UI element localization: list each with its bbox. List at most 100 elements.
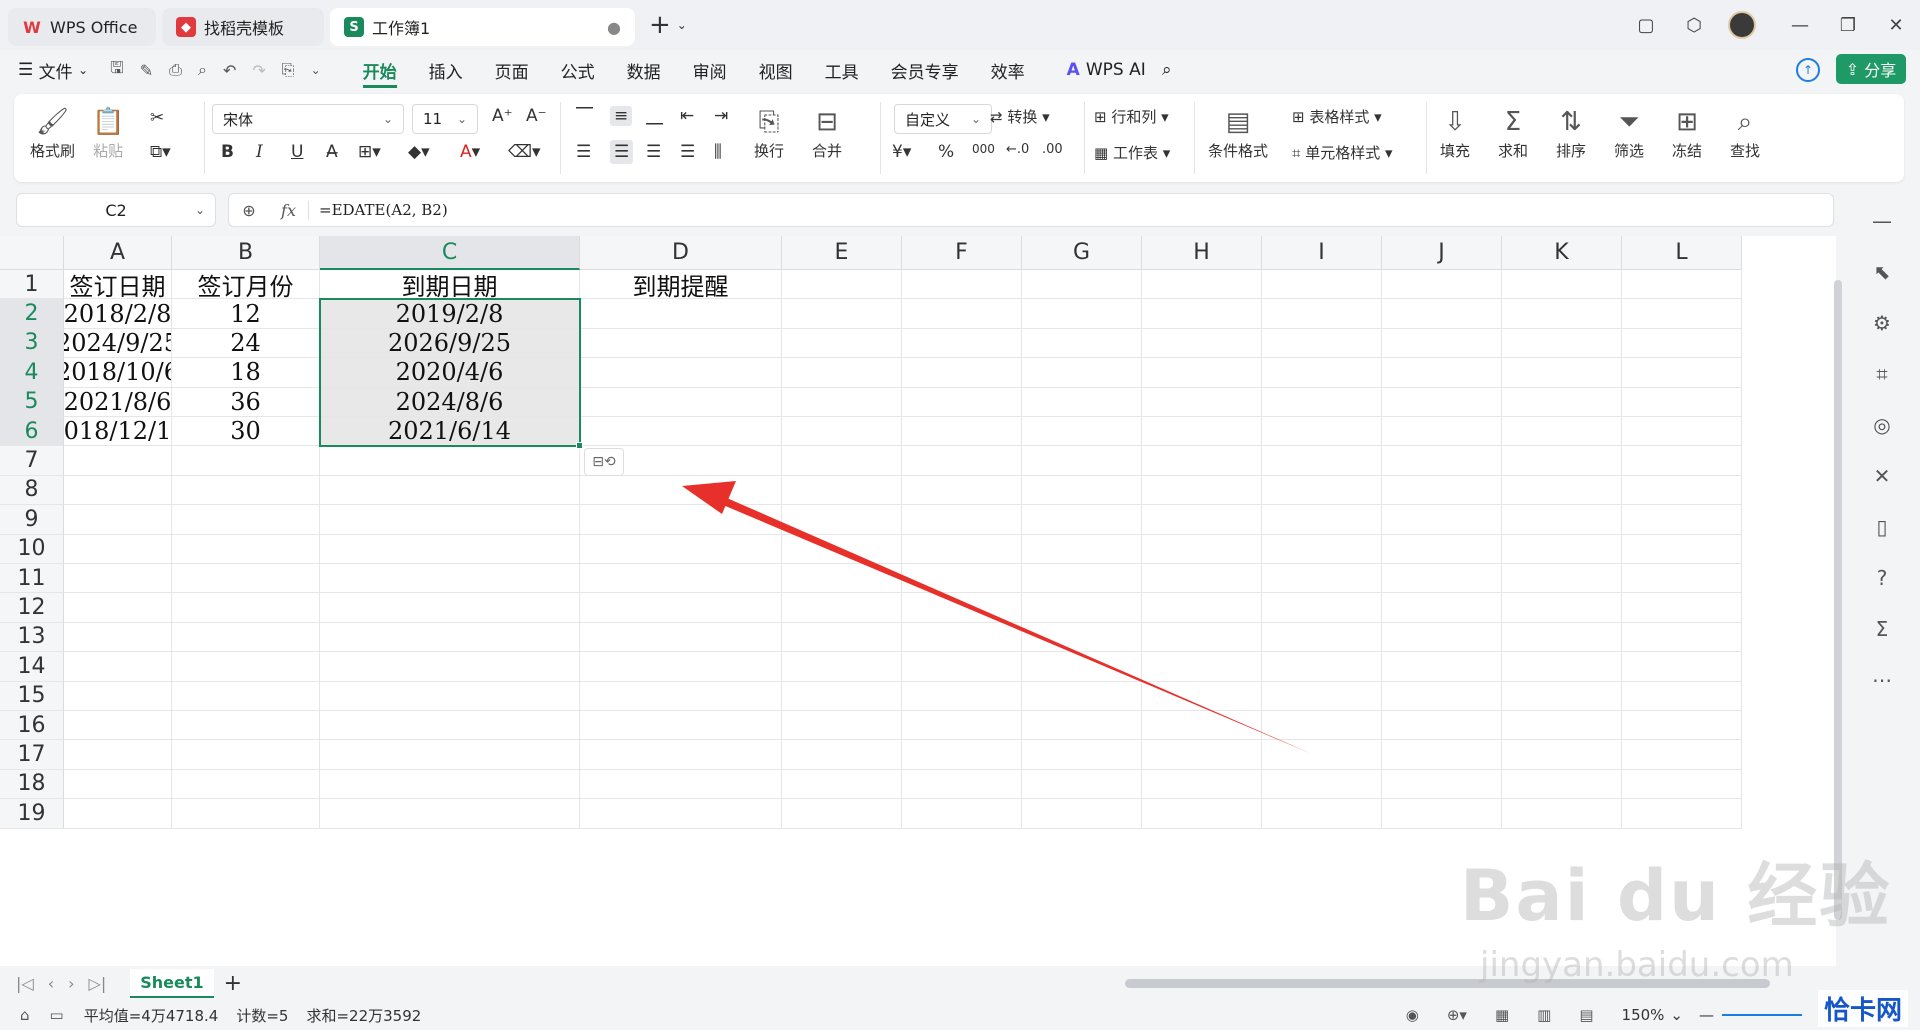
cell-h19[interactable] (1142, 799, 1262, 829)
cell-c3[interactable]: 2026/9/25 (320, 328, 580, 359)
cell-b18[interactable] (172, 769, 320, 800)
new-tab-button[interactable]: + ⌄ (649, 10, 687, 40)
row-header-12[interactable]: 12 (0, 593, 64, 623)
fill-color-icon[interactable]: ◆▾ (408, 142, 430, 162)
cell-l1[interactable] (1622, 270, 1742, 300)
quick-analysis-button[interactable]: ⊟⟲ (584, 448, 624, 477)
cell-c9[interactable] (320, 505, 580, 535)
cell-d3[interactable] (580, 328, 782, 359)
zoom-out-icon[interactable]: — (1699, 1006, 1714, 1024)
cell-h8[interactable] (1142, 475, 1262, 506)
cell-e15[interactable] (782, 681, 902, 711)
cell-h17[interactable] (1142, 740, 1262, 770)
cell-l16[interactable] (1622, 711, 1742, 741)
print-preview-icon[interactable]: ⌕ (198, 60, 207, 80)
tab-docer-templates[interactable]: ◆ 找稻壳模板 (162, 8, 324, 46)
cell-a15[interactable] (64, 681, 172, 711)
cell-a10[interactable] (64, 534, 172, 564)
align-bottom-icon[interactable]: ⎽ (646, 106, 663, 126)
cell-i4[interactable] (1262, 358, 1382, 388)
last-sheet-icon[interactable]: ▷| (89, 974, 107, 993)
row-header-18[interactable]: 18 (0, 769, 64, 800)
cell-f5[interactable] (902, 387, 1022, 417)
cell-c14[interactable] (320, 652, 580, 682)
cell-j13[interactable] (1382, 622, 1502, 653)
convert-button[interactable]: ⇄ 转换 ▾ (990, 106, 1050, 127)
row-header-10[interactable]: 10 (0, 534, 64, 564)
cell-i18[interactable] (1262, 769, 1382, 800)
cell-d14[interactable] (580, 652, 782, 682)
cell-b10[interactable] (172, 534, 320, 564)
cell-j7[interactable] (1382, 446, 1502, 476)
cell-a3[interactable]: 2024/9/25 (64, 328, 172, 359)
cell-k15[interactable] (1502, 681, 1622, 711)
cell-a13[interactable] (64, 622, 172, 653)
book-icon[interactable]: ▯ (1867, 512, 1897, 542)
cell-f4[interactable] (902, 358, 1022, 388)
wrap-text-button[interactable]: ⎘ 换行 (754, 104, 784, 161)
cell-e13[interactable] (782, 622, 902, 653)
filter-button[interactable]: ⏷ 筛选 (1614, 104, 1644, 161)
cell-h4[interactable] (1142, 358, 1262, 388)
cell-b11[interactable] (172, 564, 320, 594)
row-header-9[interactable]: 9 (0, 505, 64, 535)
column-header-j[interactable]: J (1382, 236, 1502, 270)
column-header-i[interactable]: I (1262, 236, 1382, 270)
cell-a9[interactable] (64, 505, 172, 535)
zoom-slider[interactable] (1722, 1014, 1802, 1016)
align-middle-icon[interactable]: ≡ (610, 106, 633, 126)
column-header-k[interactable]: K (1502, 236, 1622, 270)
cube-icon[interactable]: ⬡ (1676, 7, 1712, 43)
cell-l9[interactable] (1622, 505, 1742, 535)
cell-f17[interactable] (902, 740, 1022, 770)
cell-a18[interactable] (64, 769, 172, 800)
cell-j17[interactable] (1382, 740, 1502, 770)
cell-i16[interactable] (1262, 711, 1382, 741)
cell-a11[interactable] (64, 564, 172, 594)
status-average[interactable]: 平均值=4万4718.4 (84, 1005, 219, 1026)
cell-d19[interactable] (580, 799, 782, 829)
cell-k2[interactable] (1502, 299, 1622, 329)
sum-button[interactable]: Σ 求和 (1498, 104, 1528, 161)
row-header-6[interactable]: 6 (0, 417, 64, 447)
row-header-3[interactable]: 3 (0, 328, 64, 359)
cell-k17[interactable] (1502, 740, 1622, 770)
collapse-icon[interactable]: — (1867, 206, 1897, 236)
cell-c11[interactable] (320, 564, 580, 594)
search-icon[interactable]: ⌕ (1162, 60, 1172, 80)
cell-c18[interactable] (320, 769, 580, 800)
cell-h13[interactable] (1142, 622, 1262, 653)
cell-g17[interactable] (1022, 740, 1142, 770)
cell-i1[interactable] (1262, 270, 1382, 300)
chevron-down-icon[interactable]: ⌄ (311, 63, 321, 77)
cell-b17[interactable] (172, 740, 320, 770)
cell-b15[interactable] (172, 681, 320, 711)
cell-k14[interactable] (1502, 652, 1622, 682)
cell-f8[interactable] (902, 475, 1022, 506)
cell-b16[interactable] (172, 711, 320, 741)
cell-j12[interactable] (1382, 593, 1502, 623)
cell-b7[interactable] (172, 446, 320, 476)
cell-b1[interactable]: 签订月份 (172, 270, 320, 300)
cell-g4[interactable] (1022, 358, 1142, 388)
cell-f1[interactable] (902, 270, 1022, 300)
justify-icon[interactable]: ☰ (680, 142, 695, 162)
adjust-icon[interactable]: ⚙ (1867, 308, 1897, 338)
cell-f6[interactable] (902, 417, 1022, 447)
cell-j14[interactable] (1382, 652, 1502, 682)
cell-l3[interactable] (1622, 328, 1742, 359)
cell-e4[interactable] (782, 358, 902, 388)
cell-h10[interactable] (1142, 534, 1262, 564)
cell-g8[interactable] (1022, 475, 1142, 506)
cell-c15[interactable] (320, 681, 580, 711)
cell-g19[interactable] (1022, 799, 1142, 829)
align-left-icon[interactable]: ☰ (576, 142, 591, 162)
cell-e2[interactable] (782, 299, 902, 329)
cell-d13[interactable] (580, 622, 782, 653)
cell-d18[interactable] (580, 769, 782, 800)
cell-k8[interactable] (1502, 475, 1622, 506)
merge-button[interactable]: ⊟ 合并 (812, 104, 842, 161)
prev-sheet-icon[interactable]: ‹ (48, 974, 54, 993)
cell-i3[interactable] (1262, 328, 1382, 359)
cloud-sync-icon[interactable]: ↑ (1796, 58, 1820, 82)
